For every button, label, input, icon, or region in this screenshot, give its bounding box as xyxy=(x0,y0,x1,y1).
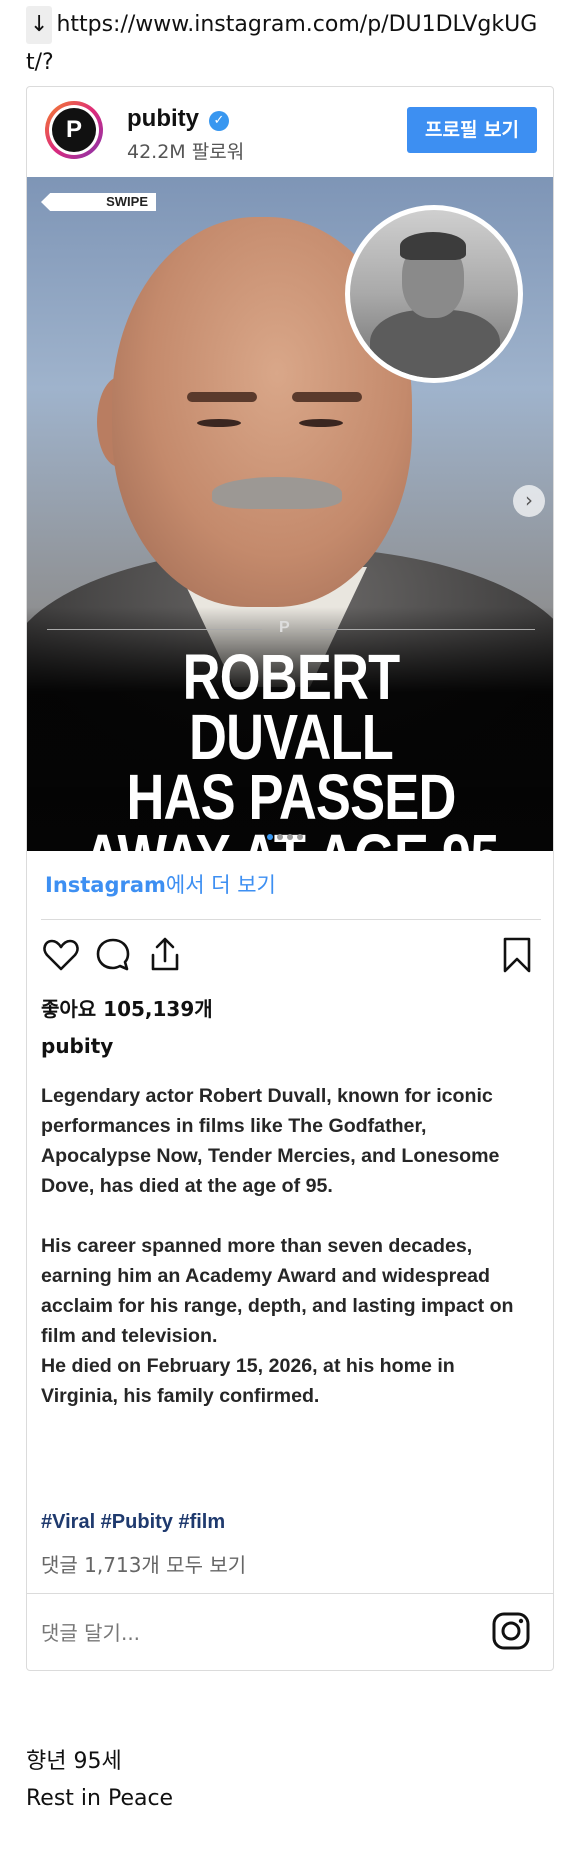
instagram-logo-icon[interactable] xyxy=(491,1611,531,1651)
source-url[interactable]: ↓ https://www.instagram.com/p/DU1DLVgkUGt… xyxy=(26,6,556,82)
action-bar xyxy=(41,935,541,979)
avatar[interactable]: P xyxy=(45,101,103,159)
verified-badge-icon: ✓ xyxy=(209,111,229,131)
view-all-comments-link[interactable]: 댓글 1,713개 모두 보기 xyxy=(41,1549,246,1578)
share-icon[interactable] xyxy=(145,935,185,975)
down-arrow-icon: ↓ xyxy=(26,6,53,44)
divider xyxy=(27,1593,553,1594)
caption-author[interactable]: pubity xyxy=(41,1034,113,1058)
caption-paragraph: He died on February 15, 2026, at his hom… xyxy=(41,1355,455,1407)
post-image[interactable]: SWIPE › P ROBERT DUVALL HAS PASSED AWAY … xyxy=(27,177,553,851)
rip-note: Rest in Peace xyxy=(26,1786,174,1811)
bookmark-icon[interactable] xyxy=(497,935,537,975)
like-count[interactable]: 좋아요 105,139개 xyxy=(41,993,213,1022)
headline: ROBERT DUVALL HAS PASSED AWAY AT AGE 95 xyxy=(75,641,508,851)
url-text[interactable]: https://www.instagram.com/p/DU1DLVgkUGt/… xyxy=(26,12,537,75)
account-name[interactable]: pubity xyxy=(127,105,199,133)
headline-line: HAS PASSED xyxy=(126,761,456,833)
hashtags[interactable]: #Viral #Pubity #film xyxy=(41,1511,225,1534)
carousel-dots xyxy=(265,825,325,840)
comment-icon[interactable] xyxy=(93,935,133,975)
heart-icon[interactable] xyxy=(41,935,81,975)
divider xyxy=(41,919,541,920)
view-on-instagram-link[interactable]: Instagram에서 더 보기 xyxy=(45,869,276,899)
instagram-embed-card: P pubity ✓ 42.2M 팔로워 프로필 보기 SWIPE › P RO… xyxy=(26,86,554,1671)
age-note: 향년 95세 xyxy=(26,1749,122,1774)
headline-line: ROBERT DUVALL xyxy=(182,641,400,773)
caption-paragraph: His career spanned more than seven decad… xyxy=(41,1235,514,1347)
follower-count: 42.2M 팔로워 xyxy=(127,141,245,163)
swipe-label: SWIPE xyxy=(41,193,156,211)
view-profile-button[interactable]: 프로필 보기 xyxy=(407,107,537,153)
caption-paragraph: Legendary actor Robert Duvall, known for… xyxy=(41,1085,500,1197)
brand-mark: P xyxy=(279,619,290,636)
post-header: P pubity ✓ 42.2M 팔로워 프로필 보기 xyxy=(27,87,553,177)
inset-photo xyxy=(345,205,523,383)
avatar-logo: P xyxy=(52,108,96,152)
add-comment-input[interactable]: 댓글 달기... xyxy=(41,1617,140,1646)
next-slide-button[interactable]: › xyxy=(513,485,545,517)
